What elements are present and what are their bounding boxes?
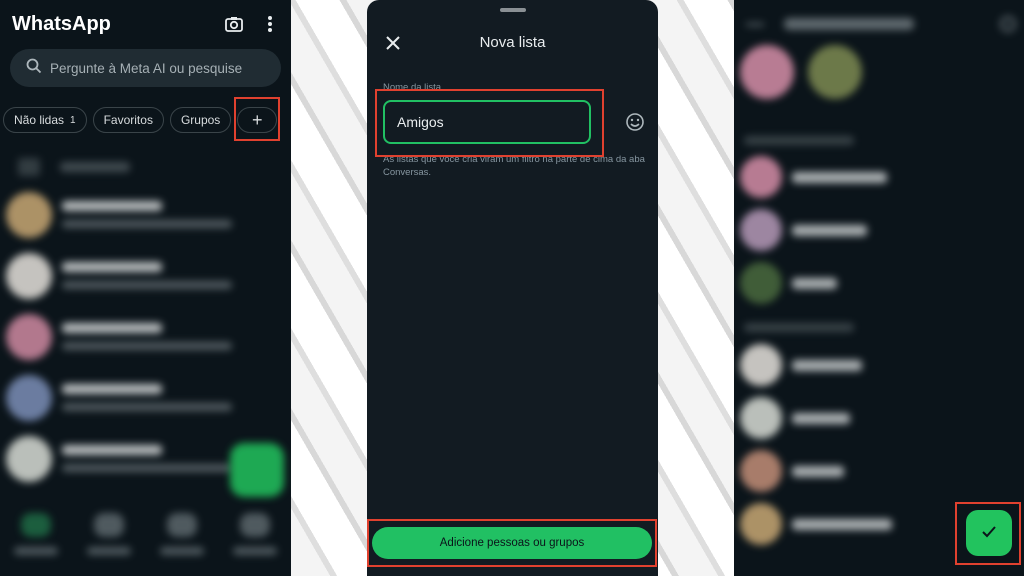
- chip-label: Favoritos: [103, 113, 153, 127]
- avatar[interactable]: [808, 45, 862, 99]
- avatar: [6, 313, 52, 360]
- search-icon[interactable]: [1000, 16, 1016, 32]
- avatar[interactable]: [740, 45, 794, 99]
- check-icon: [982, 525, 996, 541]
- list-name-label: Nome da lista: [383, 82, 442, 93]
- chip-label: Não lidas: [14, 113, 65, 127]
- chip-groups[interactable]: Grupos: [169, 107, 232, 133]
- app-header: WhatsApp: [12, 10, 281, 38]
- nav-item[interactable]: [12, 505, 60, 576]
- emoji-icon[interactable]: [625, 112, 645, 132]
- archive-icon: [18, 158, 40, 176]
- chat-name: [62, 262, 162, 272]
- nav-item[interactable]: [231, 505, 279, 576]
- search-input[interactable]: [50, 60, 260, 76]
- list-item[interactable]: [0, 306, 291, 367]
- list-item[interactable]: [740, 503, 892, 545]
- contacts-title: [784, 18, 914, 30]
- chat-name: [62, 445, 162, 455]
- add-contacts-screen: [734, 0, 1024, 576]
- list-item[interactable]: [740, 156, 887, 198]
- sheet-title: Nova lista: [479, 34, 546, 51]
- nav-item[interactable]: [85, 505, 133, 576]
- plus-icon: +: [252, 109, 263, 130]
- list-name-input[interactable]: [383, 100, 591, 144]
- chip-unread[interactable]: Não lidas 1: [3, 107, 87, 133]
- bottom-nav: [0, 505, 291, 576]
- list-item[interactable]: [740, 397, 850, 439]
- archived-row[interactable]: [0, 150, 291, 184]
- nav-item[interactable]: [158, 505, 206, 576]
- chat-name: [62, 323, 162, 333]
- chat-list: [0, 150, 291, 489]
- search-icon: [26, 58, 42, 79]
- chat-preview: [62, 281, 232, 289]
- list-item[interactable]: [740, 450, 844, 492]
- contacts-header: [746, 12, 1016, 36]
- chat-preview: [62, 220, 232, 228]
- archived-label: [60, 162, 130, 172]
- chip-label: Grupos: [180, 113, 221, 127]
- app-title: WhatsApp: [12, 12, 111, 35]
- chat-preview: [62, 403, 232, 411]
- chip-count: 1: [70, 114, 76, 126]
- list-item[interactable]: [740, 209, 867, 251]
- new-chat-fab[interactable]: [230, 443, 284, 497]
- back-arrow-icon[interactable]: [746, 22, 764, 26]
- confirm-button[interactable]: [966, 510, 1012, 556]
- chat-preview: [62, 342, 232, 350]
- list-item[interactable]: [0, 245, 291, 306]
- selected-contacts: [740, 45, 862, 99]
- section-header: [744, 136, 854, 145]
- chat-name: [62, 201, 162, 211]
- blurred-content: [734, 0, 1024, 576]
- chat-preview: [62, 464, 232, 472]
- list-item[interactable]: [0, 367, 291, 428]
- list-item[interactable]: [740, 262, 837, 304]
- helper-text: As listas que você cria viram um filtro …: [383, 154, 645, 178]
- add-people-button[interactable]: Adicione pessoas ou grupos: [372, 527, 652, 559]
- avatar: [6, 435, 52, 482]
- camera-icon[interactable]: [223, 13, 245, 35]
- add-list-button[interactable]: +: [237, 107, 278, 133]
- chat-list-screen: WhatsApp Não lidas 1 Favoritos Grupos +: [0, 0, 291, 576]
- filter-chips: Não lidas 1 Favoritos Grupos +: [3, 107, 278, 133]
- avatar: [6, 374, 52, 421]
- chat-name: [62, 384, 162, 394]
- section-header: [744, 323, 854, 332]
- avatar: [6, 191, 52, 238]
- list-item[interactable]: [740, 344, 862, 386]
- list-item[interactable]: [0, 184, 291, 245]
- drag-handle[interactable]: [500, 8, 526, 12]
- chip-favorites[interactable]: Favoritos: [92, 107, 164, 133]
- more-vert-icon[interactable]: [259, 13, 281, 35]
- new-list-sheet: Nova lista Nome da lista As listas que v…: [367, 0, 658, 576]
- search-bar[interactable]: [10, 49, 281, 87]
- avatar: [6, 252, 52, 299]
